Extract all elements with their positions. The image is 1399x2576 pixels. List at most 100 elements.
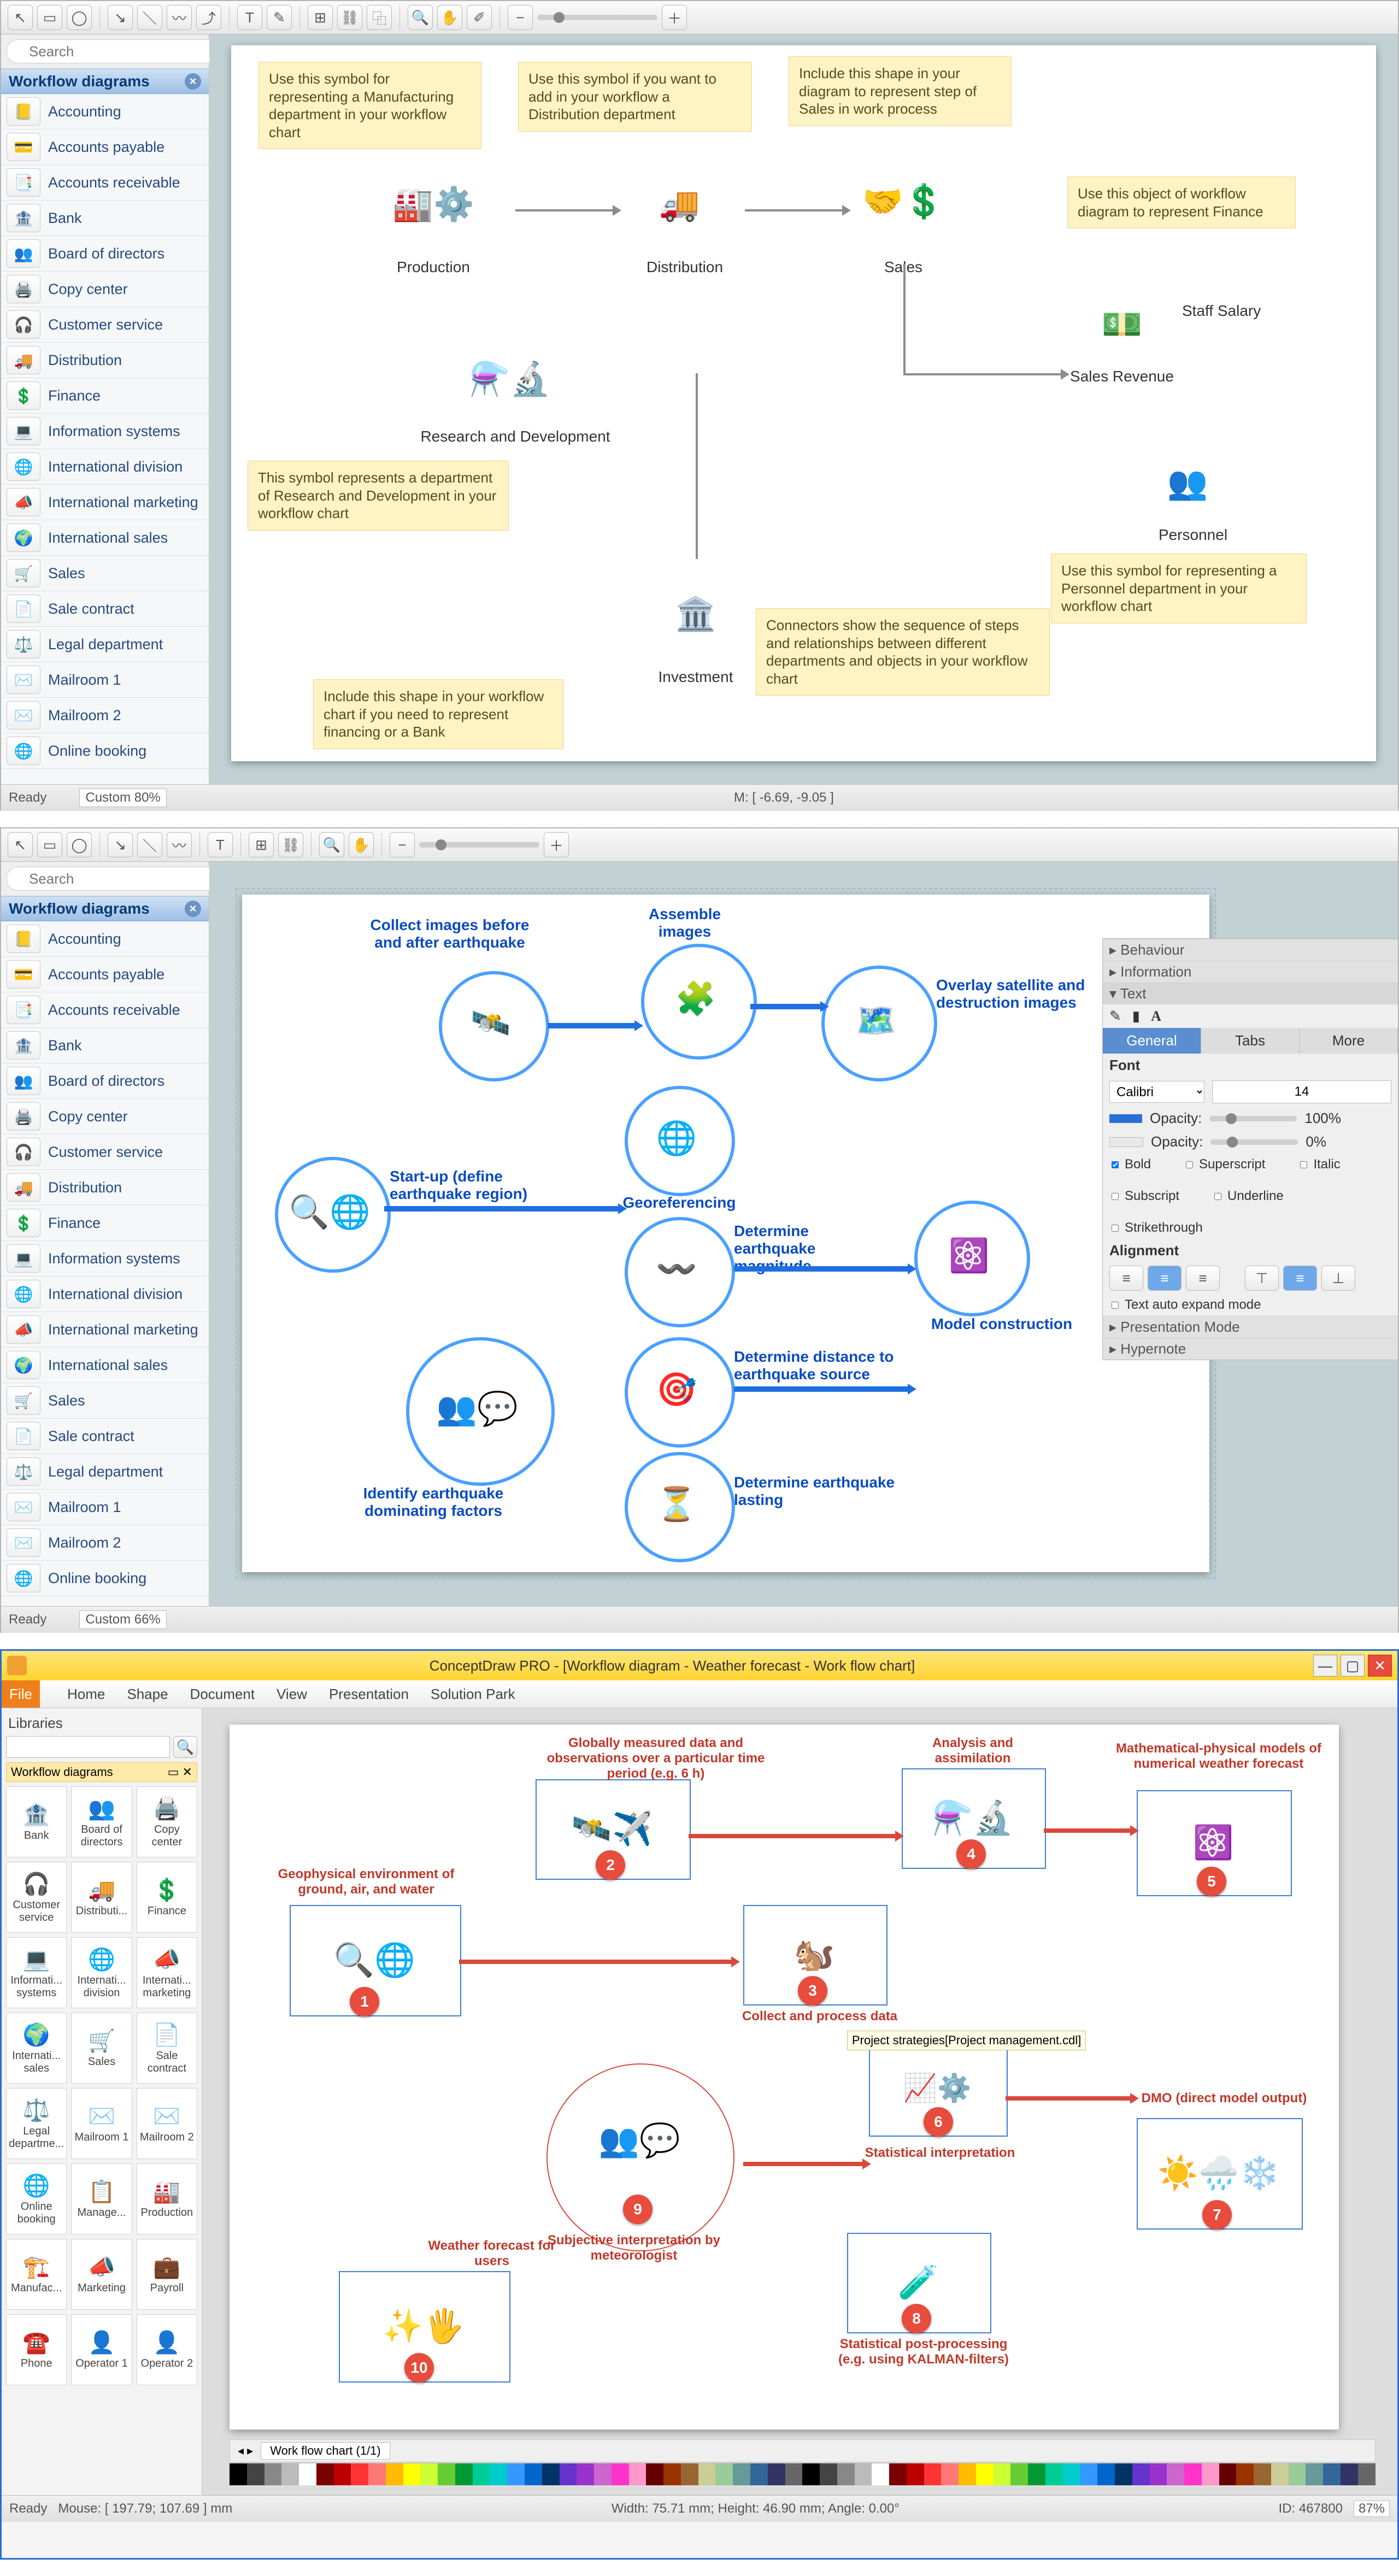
tool-curve[interactable]: 〰 xyxy=(167,832,192,857)
tool-connector[interactable]: ↘ xyxy=(108,5,133,30)
chk-autoexpand[interactable]: Text auto expand mode xyxy=(1109,1297,1261,1313)
library-item[interactable]: 💲Finance xyxy=(1,1205,209,1241)
library-item[interactable]: ☎️Phone xyxy=(6,2314,67,2385)
align-center[interactable]: ≡ xyxy=(1148,1266,1181,1291)
tool-ellipse[interactable]: ◯ xyxy=(67,832,92,857)
library-item[interactable]: ✉️Mailroom 1 xyxy=(71,2088,132,2159)
library-header[interactable]: Workflow diagrams × xyxy=(1,69,209,94)
section-text[interactable]: ▾ Text xyxy=(1103,983,1398,1004)
tool-ellipse[interactable]: ◯ xyxy=(67,5,92,30)
page-tab[interactable]: Work flow chart (1/1) xyxy=(261,2442,390,2460)
library-item[interactable]: 📣International marketing xyxy=(1,485,209,520)
library-item[interactable]: ⚖️Legal departme... xyxy=(6,2088,67,2159)
library-item[interactable]: 🌐Online booking xyxy=(6,2163,67,2234)
tab-general[interactable]: General xyxy=(1103,1028,1201,1054)
align-left[interactable]: ≡ xyxy=(1109,1266,1143,1291)
tool-tree[interactable]: ⊞ xyxy=(308,5,333,30)
library-item[interactable]: ✉️Mailroom 1 xyxy=(1,1490,209,1525)
close-icon[interactable]: × xyxy=(185,901,201,917)
chk-strike[interactable]: Strikethrough xyxy=(1109,1220,1391,1236)
library-item[interactable]: ⚖️Legal department xyxy=(1,1454,209,1490)
chk-italic[interactable]: Italic xyxy=(1298,1157,1340,1172)
library-header[interactable]: Workflow diagrams × xyxy=(1,896,209,921)
tool-pointer[interactable]: ↖ xyxy=(8,5,33,30)
zoom-in[interactable]: ＋ xyxy=(662,5,687,30)
menu-solution-park[interactable]: Solution Park xyxy=(431,1686,515,1703)
library-item[interactable]: 📄Sale contract xyxy=(137,2013,197,2084)
chk-underline[interactable]: Underline xyxy=(1212,1189,1284,1204)
section-behaviour[interactable]: ▸ Behaviour xyxy=(1103,939,1398,961)
library-item[interactable]: 💳Accounts payable xyxy=(1,130,209,165)
tool-note[interactable]: ✎ xyxy=(267,5,292,30)
library-item[interactable]: 🎧Customer service xyxy=(1,1134,209,1170)
library-item[interactable]: ✉️Mailroom 2 xyxy=(1,698,209,733)
library-item[interactable]: 📑Accounts receivable xyxy=(1,165,209,201)
library-item[interactable]: 💻Information systems xyxy=(1,414,209,449)
zoom-out[interactable]: − xyxy=(390,832,415,857)
tool-chain[interactable]: ⛓ xyxy=(337,5,362,30)
library-item[interactable]: 🏗️Manufac... xyxy=(6,2239,67,2310)
library-item[interactable]: 🚚Distributi... xyxy=(71,1862,132,1933)
close-icon[interactable]: × xyxy=(185,73,201,90)
color-swatches[interactable] xyxy=(230,2463,1376,2485)
tool-line[interactable]: ＼ xyxy=(137,832,162,857)
tool-pointer[interactable]: ↖ xyxy=(8,832,33,857)
canvas[interactable]: Use this symbol for representing a Manuf… xyxy=(209,34,1398,784)
tool-zoom[interactable]: 🔍 xyxy=(408,5,433,30)
section-information[interactable]: ▸ Information xyxy=(1103,961,1398,983)
zoom-slider[interactable] xyxy=(419,842,539,848)
library-item[interactable]: 🏦Bank xyxy=(6,1786,67,1857)
node-staff-salary[interactable]: 💵 xyxy=(1062,286,1182,362)
node-rnd[interactable]: ⚗️🔬 xyxy=(439,330,581,428)
library-item[interactable]: 👤Operator 1 xyxy=(71,2314,132,2385)
library-item[interactable]: 🏦Bank xyxy=(1,201,209,236)
library-item[interactable]: 🖨️Copy center xyxy=(1,272,209,307)
library-item[interactable]: 🚚Distribution xyxy=(1,343,209,378)
font-select[interactable]: Calibri xyxy=(1109,1081,1204,1103)
tool-tree[interactable]: ⊞ xyxy=(249,832,274,857)
library-item[interactable]: 👥Board of directors xyxy=(71,1786,132,1857)
menu-shape[interactable]: Shape xyxy=(127,1686,168,1703)
lib-search-btn[interactable]: 🔍 xyxy=(173,1736,197,1758)
library-item[interactable]: ✉️Mailroom 1 xyxy=(1,662,209,698)
library-item[interactable]: 📒Accounting xyxy=(1,94,209,130)
library-item[interactable]: 💲Finance xyxy=(137,1862,197,1933)
chk-bold[interactable]: Bold xyxy=(1109,1157,1151,1172)
tool-zoom[interactable]: 🔍 xyxy=(319,832,344,857)
library-item[interactable]: 🚚Distribution xyxy=(1,1170,209,1205)
section-hypernote[interactable]: ▸ Hypernote xyxy=(1103,1338,1398,1360)
tool-curve[interactable]: 〰 xyxy=(167,5,192,30)
style-font-icon[interactable]: A xyxy=(1151,1008,1161,1025)
search-input[interactable] xyxy=(7,39,234,63)
library-item[interactable]: 📄Sale contract xyxy=(1,1419,209,1454)
library-item[interactable]: 👤Operator 2 xyxy=(137,2314,197,2385)
library-item[interactable]: 💻Informati... systems xyxy=(6,1937,67,2008)
valign-mid[interactable]: ≡ xyxy=(1283,1266,1317,1291)
tool-rect[interactable]: ▭ xyxy=(37,832,62,857)
library-item[interactable]: ✉️Mailroom 2 xyxy=(1,1525,209,1561)
library-item[interactable]: 🏦Bank xyxy=(1,1028,209,1063)
library-item[interactable]: ✉️Mailroom 2 xyxy=(137,2088,197,2159)
tool-text[interactable]: T xyxy=(208,832,233,857)
menu-home[interactable]: Home xyxy=(67,1686,105,1703)
color-swatch[interactable] xyxy=(1109,1114,1142,1123)
library-item[interactable]: 🌐Online booking xyxy=(1,733,209,769)
tool-hand[interactable]: ✋ xyxy=(437,5,462,30)
node-sales[interactable]: 🤝💲 xyxy=(843,149,963,253)
valign-top[interactable]: ⊤ xyxy=(1245,1266,1279,1291)
library-item[interactable]: 🌐Online booking xyxy=(1,1561,209,1596)
canvas[interactable]: 🔍🌐 Start-up (define earthquake region) 🛰… xyxy=(209,862,1398,1606)
library-item[interactable]: 🌐International division xyxy=(1,449,209,485)
library-item[interactable]: 📣International marketing xyxy=(1,1312,209,1348)
minimize-button[interactable]: — xyxy=(1313,1655,1337,1677)
library-item[interactable]: 📋Manage... xyxy=(71,2163,132,2234)
library-item[interactable]: 👥Board of directors xyxy=(1,236,209,272)
search-input[interactable] xyxy=(7,867,234,891)
library-item[interactable]: 💻Information systems xyxy=(1,1241,209,1277)
lib-group-buttons[interactable]: ▭ ✕ xyxy=(168,1765,192,1779)
zoom-combo[interactable]: Custom 66% xyxy=(79,1610,166,1629)
menu-file[interactable]: File xyxy=(2,1680,40,1708)
menu-presentation[interactable]: Presentation xyxy=(329,1686,409,1703)
library-item[interactable]: 🖨️Copy center xyxy=(137,1786,197,1857)
library-item[interactable]: 🌐Internati... division xyxy=(71,1937,132,2008)
